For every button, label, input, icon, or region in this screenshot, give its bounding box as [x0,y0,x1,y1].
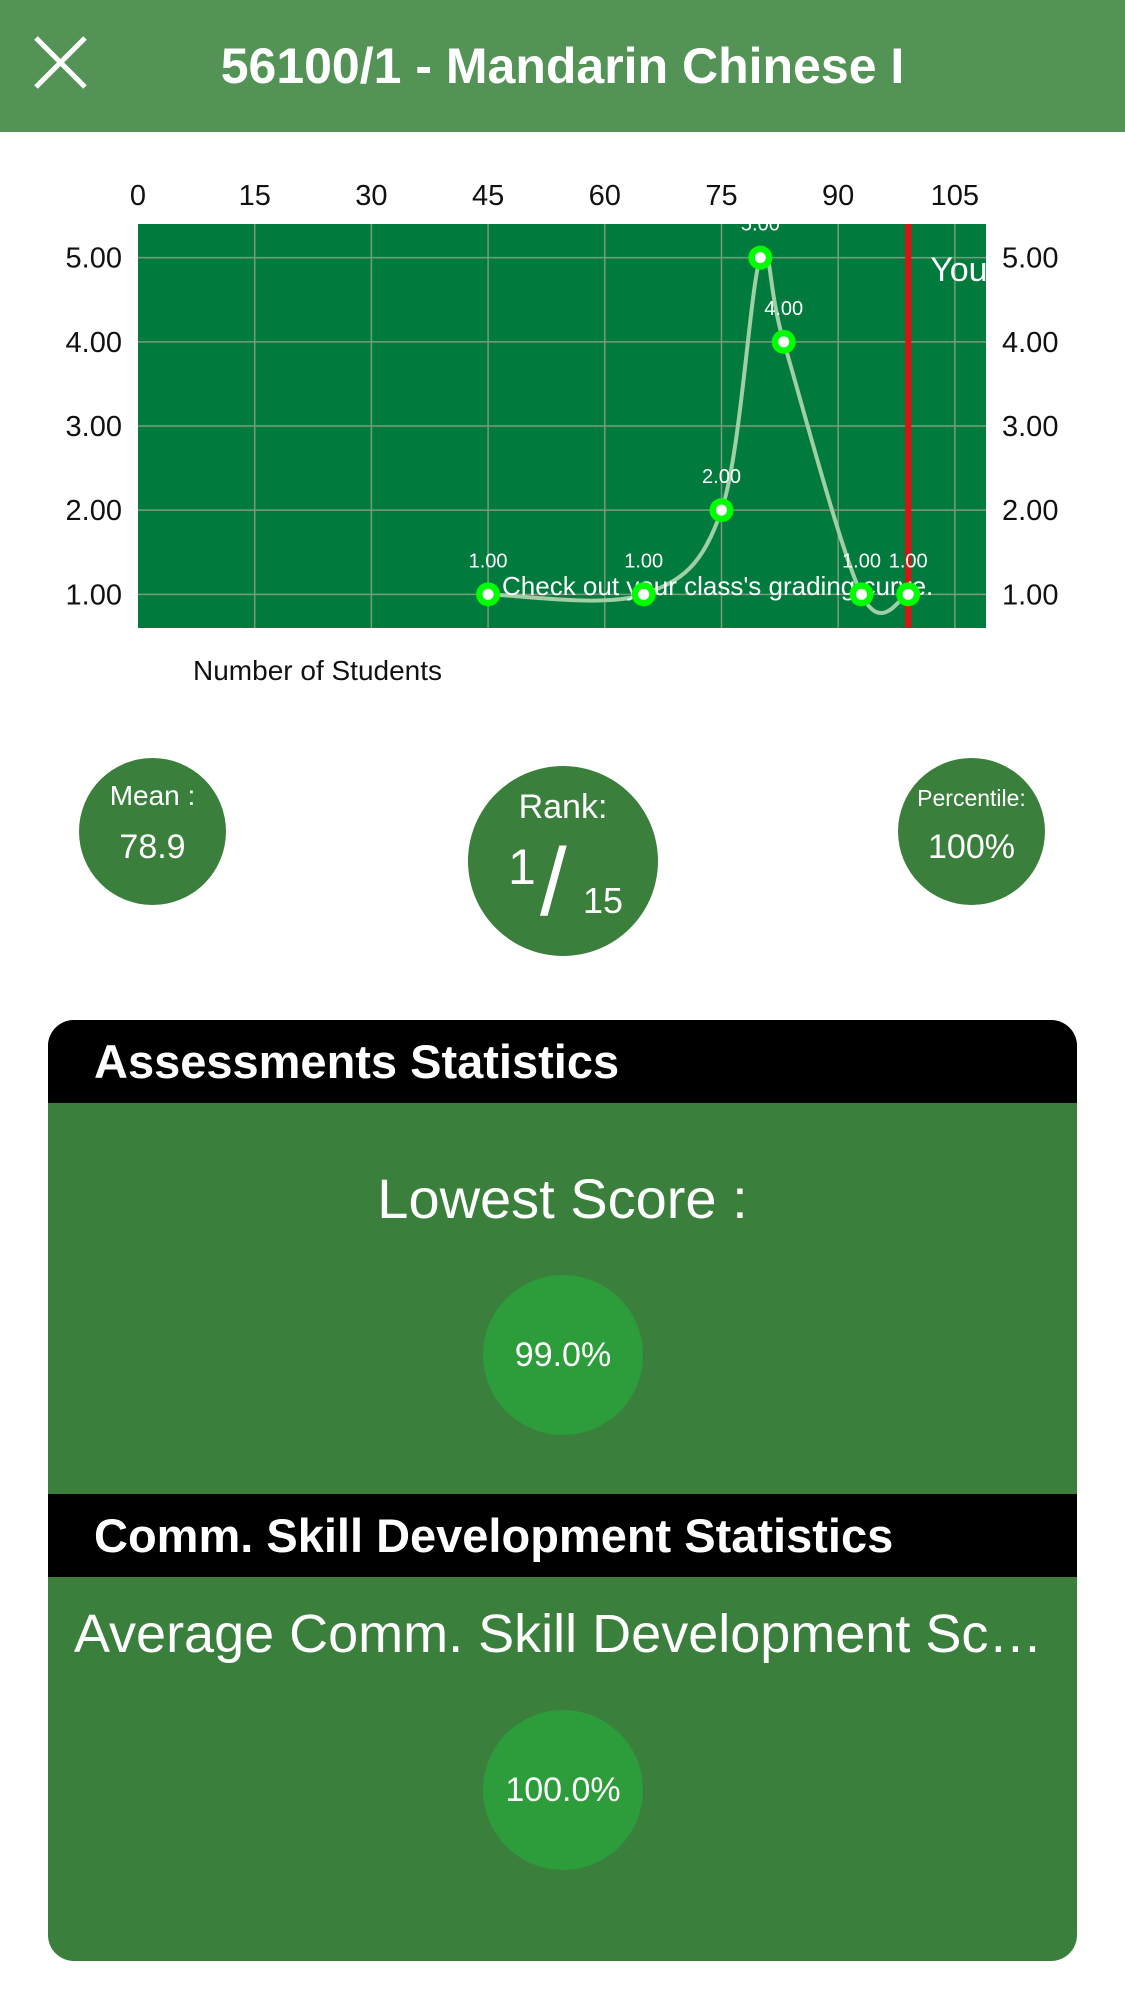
data-label: 1.00 [469,550,508,572]
mean-value: 78.9 [119,828,186,866]
data-point-center [902,588,914,600]
y-tick-label-right: 2.00 [1002,495,1058,527]
header-bar: 56100/1 - Mandarin Chinese I [0,0,1125,132]
x-tick-label: 105 [931,180,979,212]
x-tick-label: 15 [239,180,271,212]
rank-stat: Rank: 1 / 15 [468,766,658,956]
y-tick-label-right: 4.00 [1002,327,1058,359]
x-tick-label: 75 [705,180,737,212]
mean-stat: Mean : 78.9 [79,758,226,905]
data-label: 2.00 [702,466,741,488]
data-label: 4.00 [764,298,803,320]
data-point-center [754,252,766,264]
x-tick-label: 30 [355,180,387,212]
percentile-stat: Percentile: 100% [898,758,1045,905]
data-label: 1.00 [842,550,881,572]
data-point-center [715,504,727,516]
data-point-center [638,588,650,600]
percentile-value: 100% [928,828,1015,866]
data-label: 1.00 [624,550,663,572]
assessments-statistics-header: Assessments Statistics [48,1020,1077,1103]
rank-slash: / [540,829,567,936]
data-point-center [856,588,868,600]
y-tick-label-left: 3.00 [66,411,122,443]
lowest-score-value: 99.0% [483,1275,643,1435]
y-tick-label-right: 3.00 [1002,411,1058,443]
average-comm-skill-label: Average Comm. Skill Development Score : [74,1604,1077,1664]
statistics-card: Assessments Statistics Lowest Score : 99… [48,1020,1077,1961]
data-point-center [482,588,494,600]
lowest-score-label: Lowest Score : [377,1167,748,1230]
x-tick-label: 45 [472,180,504,212]
rank-total: 15 [583,880,624,921]
you-marker-label: You [930,251,987,289]
x-tick-label: 60 [589,180,621,212]
y-tick-label-right: 5.00 [1002,243,1058,275]
x-tick-label: 90 [822,180,854,212]
rank-position: 1 [508,839,536,895]
comm-skill-statistics-header: Comm. Skill Development Statistics [48,1494,1077,1577]
rank-label: Rank: [518,788,608,826]
data-label: 1.00 [889,550,928,572]
grading-curve-chart[interactable]: 0 15 30 45 60 75 90 105 5.00 5.00 4.00 4.00 3.00 3.00… [0,140,1125,650]
page-title: 56100/1 - Mandarin Chinese I [220,38,905,94]
average-comm-skill-value: 100.0% [483,1710,643,1870]
y-tick-label-left: 4.00 [66,327,122,359]
y-tick-label-left: 2.00 [66,495,122,527]
x-axis-caption: Number of Students [193,655,443,686]
y-tick-label-left: 1.00 [66,579,122,611]
percentile-label: Percentile: [917,785,1026,811]
x-tick-label: 0 [130,180,146,212]
mean-label: Mean : [109,780,196,811]
data-label: 5.00 [741,214,780,236]
y-tick-label-right: 1.00 [1002,579,1058,611]
data-point-center [778,336,790,348]
y-tick-label-left: 5.00 [66,243,122,275]
